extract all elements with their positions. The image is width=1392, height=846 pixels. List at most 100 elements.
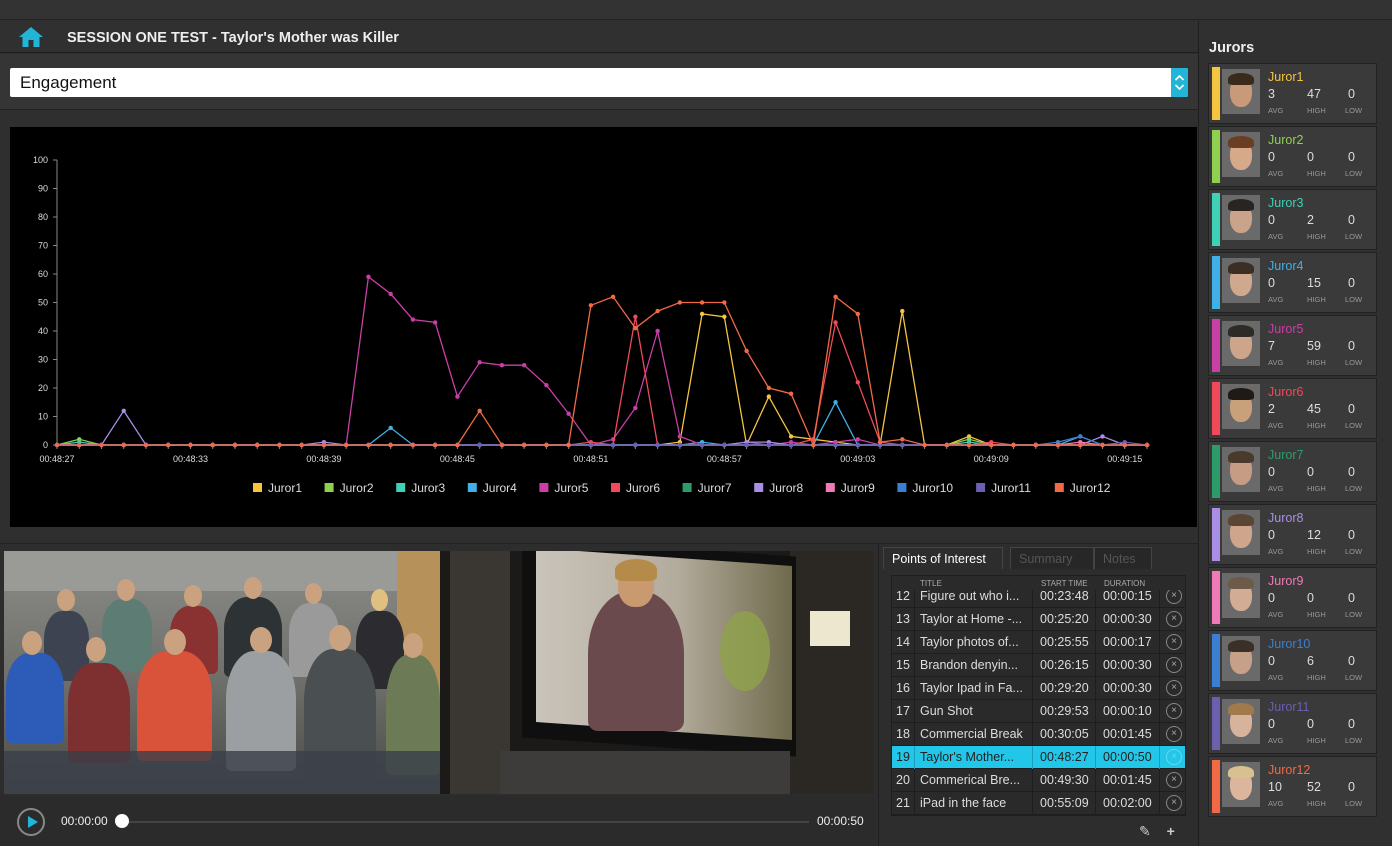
add-icon[interactable]: + [1167, 823, 1175, 839]
tab-points-of-interest[interactable]: Points of Interest [883, 547, 1003, 569]
series-line-juror6 [57, 316, 1147, 446]
x-tick-label: 00:49:09 [974, 454, 1009, 464]
data-point [811, 442, 816, 448]
juror-name: Juror11 [1268, 700, 1310, 714]
juror-card[interactable]: Juror4 0 15 0 AVG HIGH LOW [1208, 252, 1377, 313]
remove-poi-icon[interactable]: × [1166, 588, 1182, 604]
juror-avatar [1222, 69, 1260, 114]
tab-summary[interactable]: Summary [1010, 547, 1094, 569]
juror-card[interactable]: Juror10 0 6 0 AVG HIGH LOW [1208, 630, 1377, 691]
poi-row-start: 00:48:27 [1040, 750, 1089, 764]
juror-low: 0 [1348, 591, 1355, 605]
x-tick-label: 00:48:51 [573, 454, 608, 464]
current-time: 00:00:00 [61, 814, 108, 828]
juror-card[interactable]: Juror12 10 52 0 AVG HIGH LOW [1208, 756, 1377, 817]
metric-select[interactable]: Engagement [10, 68, 1188, 97]
x-tick-label: 00:48:39 [306, 454, 341, 464]
metric-select-row: Engagement [0, 54, 1198, 110]
poi-row-number: 18 [896, 727, 910, 741]
chart-svg: 0 10 20 30 40 50 60 70 80 90 100 00:48:27 00:48:33 00… [33, 155, 1150, 495]
data-point [966, 442, 972, 448]
juror-card[interactable]: Juror5 7 59 0 AVG HIGH LOW [1208, 315, 1377, 376]
seek-handle[interactable] [115, 814, 129, 828]
juror-card[interactable]: Juror11 0 0 0 AVG HIGH LOW [1208, 693, 1377, 754]
poi-row[interactable]: 20 Commerical Bre... 00:49:30 00:01:45 × [892, 769, 1185, 792]
col-divider [914, 654, 915, 677]
remove-poi-icon[interactable]: × [1166, 657, 1182, 673]
remove-poi-icon[interactable]: × [1166, 611, 1182, 627]
poi-row[interactable]: 13 Taylor at Home -... 00:25:20 00:00:30 × [892, 608, 1185, 631]
video-viewer[interactable] [4, 551, 874, 794]
juror-color-bar [1212, 571, 1220, 624]
data-point [432, 442, 438, 448]
juror-avg: 0 [1268, 213, 1275, 227]
poi-row[interactable]: 15 Brandon denyin... 00:26:15 00:00:30 × [892, 654, 1185, 677]
data-point [277, 442, 282, 448]
poi-row-start: 00:23:48 [1040, 589, 1089, 603]
data-point [900, 308, 905, 314]
legend-label: Juror12 [1070, 481, 1111, 495]
remove-poi-icon[interactable]: × [1166, 749, 1182, 765]
juror-avg: 10 [1268, 780, 1282, 794]
data-point [633, 314, 638, 319]
avg-label: AVG [1268, 421, 1284, 430]
poi-row[interactable]: 14 Taylor photos of... 00:25:55 00:00:17 × [892, 631, 1185, 654]
juror-card[interactable]: Juror3 0 2 0 AVG HIGH LOW [1208, 189, 1377, 250]
data-point [388, 291, 393, 297]
remove-poi-icon[interactable]: × [1166, 795, 1182, 811]
juror-card[interactable]: Juror9 0 0 0 AVG HIGH LOW [1208, 567, 1377, 628]
poi-row[interactable]: 18 Commercial Break 00:30:05 00:01:45 × [892, 723, 1185, 746]
data-point [143, 442, 149, 448]
juror-card[interactable]: Juror1 3 47 0 AVG HIGH LOW [1208, 63, 1377, 124]
juror-low: 0 [1348, 780, 1355, 794]
home-icon[interactable] [18, 26, 44, 48]
juror-card[interactable]: Juror2 0 0 0 AVG HIGH LOW [1208, 126, 1377, 187]
juror-card[interactable]: Juror8 0 12 0 AVG HIGH LOW [1208, 504, 1377, 565]
data-point [610, 294, 616, 299]
remove-poi-icon[interactable]: × [1166, 772, 1182, 788]
col-divider [1032, 792, 1033, 815]
edit-icon[interactable]: ✎ [1139, 823, 1151, 839]
data-point [343, 442, 349, 448]
juror-high: 0 [1307, 465, 1314, 479]
col-divider [1032, 677, 1033, 700]
col-divider [1032, 723, 1033, 746]
poi-row[interactable]: 16 Taylor Ipad in Fa... 00:29:20 00:00:30 × [892, 677, 1185, 700]
juror-name: Juror12 [1268, 763, 1311, 777]
y-tick-label: 60 [38, 269, 48, 279]
juror-card[interactable]: Juror7 0 0 0 AVG HIGH LOW [1208, 441, 1377, 502]
poi-row-number: 20 [896, 773, 910, 787]
poi-row[interactable]: 17 Gun Shot 00:29:53 00:00:10 × [892, 700, 1185, 723]
remove-poi-icon[interactable]: × [1166, 703, 1182, 719]
remove-poi-icon[interactable]: × [1166, 726, 1182, 742]
tab-notes[interactable]: Notes [1094, 547, 1152, 569]
legend-label: Juror6 [626, 481, 660, 495]
bottom-panel: 00:00:00 00:00:50 Points of Interest Sum… [0, 543, 1198, 846]
data-point [121, 408, 126, 413]
data-point [655, 328, 660, 334]
poi-row[interactable]: 19 Taylor's Mother... 00:48:27 00:00:50 × [892, 746, 1185, 769]
data-point [699, 442, 705, 448]
col-divider [1159, 792, 1160, 815]
legend-label: Juror11 [991, 481, 1031, 495]
play-icon[interactable] [17, 808, 45, 836]
y-tick-label: 30 [38, 355, 48, 365]
poi-row-number: 19 [896, 750, 910, 764]
data-point [477, 442, 482, 448]
juror-color-bar [1212, 193, 1220, 246]
video-player-controls: 00:00:00 00:00:50 [0, 796, 876, 846]
data-point [722, 442, 727, 448]
select-arrows-icon[interactable] [1171, 68, 1188, 97]
remove-poi-icon[interactable]: × [1166, 680, 1182, 696]
y-tick-label: 0 [43, 440, 48, 450]
poi-rows: 12 Figure out who i... 00:23:48 00:00:15 × 13… [892, 585, 1185, 815]
remove-poi-icon[interactable]: × [1166, 634, 1182, 650]
jurors-panel: Jurors Juror1 3 47 0 AVG HIGH LOW Juror2 0 0 0 AVG H… [1198, 21, 1392, 846]
data-point [699, 311, 705, 317]
seek-track[interactable] [121, 821, 809, 823]
juror-card[interactable]: Juror6 2 45 0 AVG HIGH LOW [1208, 378, 1377, 439]
juror-high: 2 [1307, 213, 1314, 227]
data-point [633, 442, 638, 448]
juror-color-bar [1212, 508, 1220, 561]
poi-row[interactable]: 21 iPad in the face 00:55:09 00:02:00 × [892, 792, 1185, 815]
